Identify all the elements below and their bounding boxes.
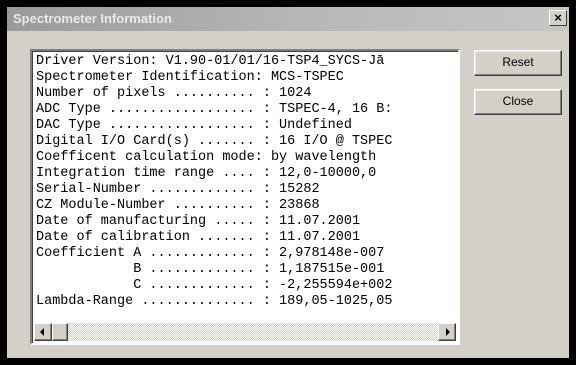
info-line: Coefficent calculation mode: by waveleng…	[36, 150, 377, 165]
reset-button[interactable]: Reset	[474, 50, 562, 76]
info-line: Digital I/O Card(s) ....... : 16 I/O @ T…	[36, 134, 393, 149]
info-listbox[interactable]: Driver Version: V1.90-01/01/16-TSP4_SYCS…	[30, 49, 460, 345]
info-line: Date of calibration ....... : 11.07.2001	[36, 230, 361, 245]
info-line: Integration time range .... : 12,0-10000…	[36, 166, 377, 181]
info-lines: Driver Version: V1.90-01/01/16-TSP4_SYCS…	[36, 54, 456, 321]
info-line: C ............. : -2,255594e+002	[36, 278, 393, 293]
horizontal-scrollbar[interactable]	[34, 323, 456, 341]
scroll-left-button[interactable]	[34, 323, 52, 341]
scroll-right-button[interactable]	[438, 323, 456, 341]
window-title: Spectrometer Information	[13, 11, 172, 26]
info-line: Driver Version: V1.90-01/01/16-TSP4_SYCS…	[36, 54, 385, 69]
close-icon[interactable]: ×	[549, 10, 567, 26]
info-line: ADC Type .................. : TSPEC-4, 1…	[36, 102, 393, 117]
close-button[interactable]: Close	[474, 89, 562, 115]
info-line: Lambda-Range .............. : 189,05-102…	[36, 294, 393, 309]
info-line: DAC Type .................. : Undefined	[36, 118, 352, 133]
left-arrow-icon	[40, 328, 44, 336]
info-line: Date of manufacturing ..... : 11.07.2001	[36, 214, 361, 229]
info-line: Coefficient A ............. : 2,978148e-…	[36, 246, 385, 261]
info-line: B ............. : 1,187515e-001	[36, 262, 385, 277]
info-line: Number of pixels .......... : 1024	[36, 86, 312, 101]
right-arrow-icon	[446, 328, 450, 336]
info-line: CZ Module-Number .......... : 23868	[36, 198, 320, 213]
info-line: Serial-Number ............. : 15282	[36, 182, 320, 197]
scrollbar-thumb[interactable]	[52, 323, 68, 341]
info-line: Spectrometer Identification: MCS-TSPEC	[36, 70, 344, 85]
title-bar[interactable]: Spectrometer Information ×	[7, 7, 569, 31]
